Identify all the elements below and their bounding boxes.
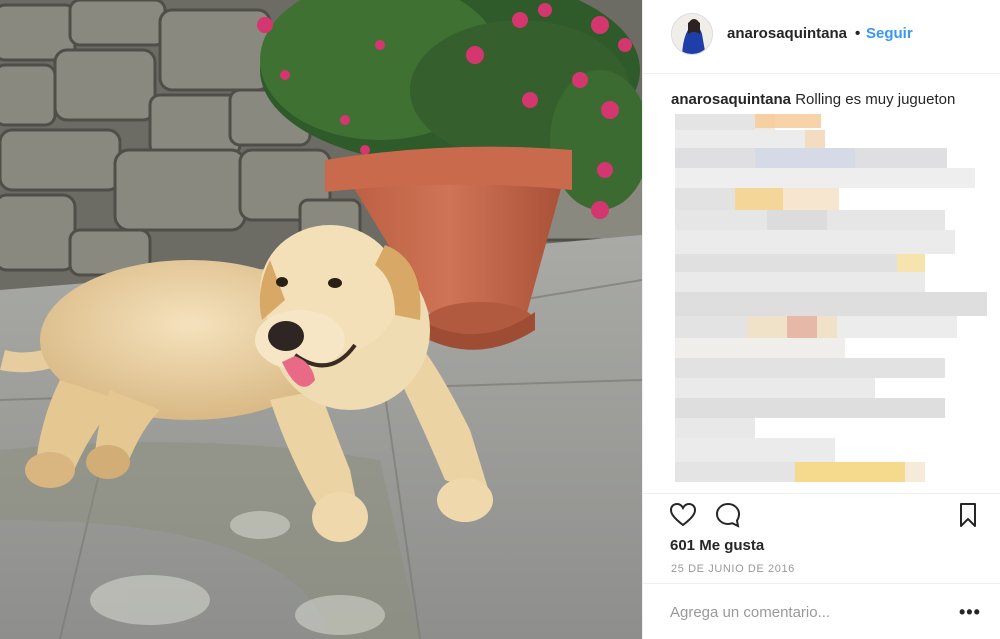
post-username[interactable]: anarosaquintana (727, 25, 847, 42)
post-header: anarosaquintana • Seguir (643, 0, 1000, 74)
comment-icon[interactable] (713, 500, 743, 530)
caption-text: Rolling es muy jugueton (795, 91, 956, 108)
heart-icon[interactable] (668, 500, 698, 530)
more-options-icon[interactable]: ••• (959, 602, 981, 623)
follow-button[interactable]: Seguir (866, 25, 913, 42)
post-photo[interactable] (0, 0, 642, 639)
pixelated-comments (675, 114, 987, 482)
post-sidebar: anarosaquintana • Seguir anarosaquintana… (642, 0, 1000, 639)
bookmark-icon[interactable] (953, 500, 983, 530)
avatar[interactable] (671, 13, 713, 55)
caption-username[interactable]: anarosaquintana (671, 91, 791, 108)
comment-bar: ••• (643, 583, 1000, 639)
separator-dot: • (855, 25, 861, 42)
post-date[interactable]: 25 DE JUNIO DE 2016 (671, 563, 795, 575)
dog-photo-image (0, 0, 642, 639)
pixel-block-row (675, 114, 987, 482)
avatar-image (672, 14, 712, 54)
post-actions-bar (643, 493, 1000, 533)
comment-input[interactable] (670, 604, 930, 621)
likes-count[interactable]: 601 Me gusta (670, 537, 764, 554)
post-caption: anarosaquintana Rolling es muy jugueton (671, 91, 955, 108)
